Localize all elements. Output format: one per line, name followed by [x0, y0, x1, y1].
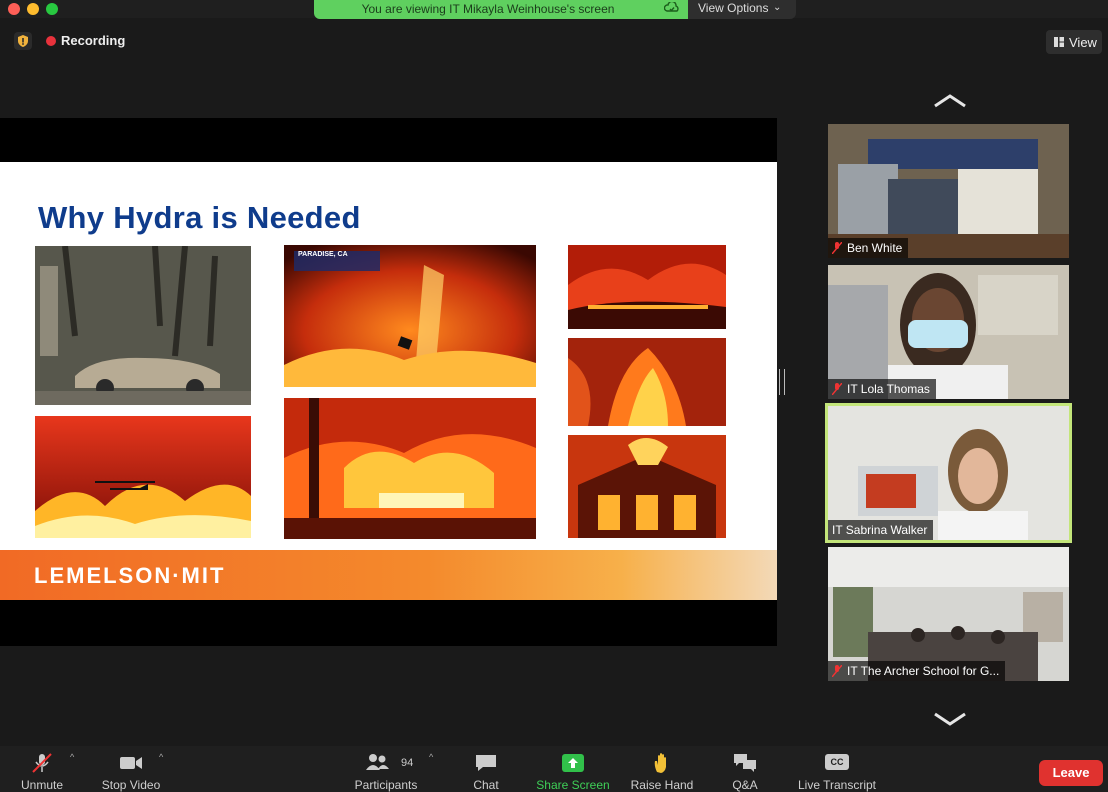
muted-mic-icon — [832, 242, 842, 254]
unmute-button[interactable]: Unmute — [12, 746, 72, 792]
house-fire-photo — [284, 398, 536, 539]
qa-bubbles-icon — [734, 754, 756, 772]
zoom-window-button[interactable] — [46, 3, 58, 15]
security-shield-icon[interactable] — [14, 32, 32, 50]
chevron-down-icon: ⌄ — [773, 2, 782, 13]
raised-hand-icon — [654, 753, 666, 773]
stop-video-button[interactable]: Stop Video — [96, 746, 166, 792]
muted-mic-icon — [832, 383, 842, 395]
chat-bubble-icon — [476, 755, 496, 771]
cabin-fire-photo — [568, 435, 726, 538]
helicopter-fire-photo — [35, 416, 251, 538]
minimize-window-button[interactable] — [27, 3, 39, 15]
participants-options-caret-icon[interactable]: ^ — [429, 752, 433, 762]
chat-button[interactable]: Chat — [460, 746, 512, 792]
screen-share-banner-text: You are viewing IT Mikayla Weinhouse's s… — [361, 2, 615, 16]
recording-dot-icon — [46, 36, 56, 46]
video-options-caret-icon[interactable]: ^ — [159, 752, 163, 762]
muted-mic-icon — [832, 665, 842, 677]
audio-options-caret-icon[interactable]: ^ — [70, 752, 74, 762]
slide-footer-bar: LEMELSON·MIT — [0, 550, 777, 600]
news-caption: PARADISE, CA — [298, 251, 348, 258]
participants-button[interactable]: 94 Participants — [348, 746, 424, 792]
video-tile-archer-school[interactable]: IT The Archer School for G... — [828, 547, 1069, 681]
participants-icon — [365, 754, 389, 770]
resize-handle[interactable] — [779, 369, 785, 395]
closed-caption-icon: CC — [825, 754, 849, 770]
video-tile-lola-thomas[interactable]: IT Lola Thomas — [828, 265, 1069, 399]
slide-title: Why Hydra is Needed — [38, 200, 361, 235]
meeting-toolbar: Unmute ^ Stop Video ^ 94 Participants ^ … — [0, 746, 1108, 792]
view-layout-button[interactable]: View — [1046, 30, 1102, 54]
close-window-button[interactable] — [8, 3, 20, 15]
burned-car-photo — [35, 246, 251, 405]
share-screen-button[interactable]: Share Screen — [532, 746, 614, 792]
view-options-dropdown[interactable]: View Options ⌄ — [688, 0, 796, 19]
video-tile-sabrina-walker[interactable]: IT Sabrina Walker — [825, 403, 1072, 543]
screen-share-banner: You are viewing IT Mikayla Weinhouse's s… — [314, 0, 688, 19]
chevron-up-icon[interactable] — [931, 92, 969, 110]
raise-hand-button[interactable]: Raise Hand — [626, 746, 698, 792]
participant-name-tag: IT Sabrina Walker — [828, 520, 934, 540]
live-transcript-button[interactable]: CC Live Transcript — [792, 746, 882, 792]
lemelson-mit-logo: LEMELSON·MIT — [34, 563, 226, 588]
view-layout-label: View — [1069, 35, 1097, 50]
grid-icon — [1054, 37, 1064, 47]
participant-name-tag: IT The Archer School for G... — [828, 661, 1006, 681]
news-fire-photo: PARADISE, CA — [284, 245, 536, 387]
participants-count: 94 — [401, 757, 414, 769]
video-camera-icon — [120, 757, 142, 769]
forest-fire-photo-1 — [568, 245, 726, 329]
forest-fire-photo-2 — [568, 338, 726, 426]
presentation-slide: Why Hydra is Needed PARADISE, CA LEMELSO… — [0, 162, 777, 600]
participant-name-tag: IT Lola Thomas — [828, 379, 936, 399]
qa-button[interactable]: Q&A — [722, 746, 768, 792]
leave-meeting-button[interactable]: Leave — [1039, 760, 1103, 786]
chevron-down-icon[interactable] — [931, 710, 969, 728]
video-tile-ben-white[interactable]: Ben White — [828, 124, 1069, 258]
shield-check-icon — [664, 2, 679, 12]
share-screen-icon — [562, 754, 584, 772]
view-options-label: View Options — [698, 1, 769, 15]
shared-screen[interactable]: Why Hydra is Needed PARADISE, CA LEMELSO… — [0, 118, 777, 646]
muted-microphone-icon — [32, 753, 52, 773]
participant-name-tag: Ben White — [828, 238, 909, 258]
recording-label: Recording — [61, 33, 126, 48]
